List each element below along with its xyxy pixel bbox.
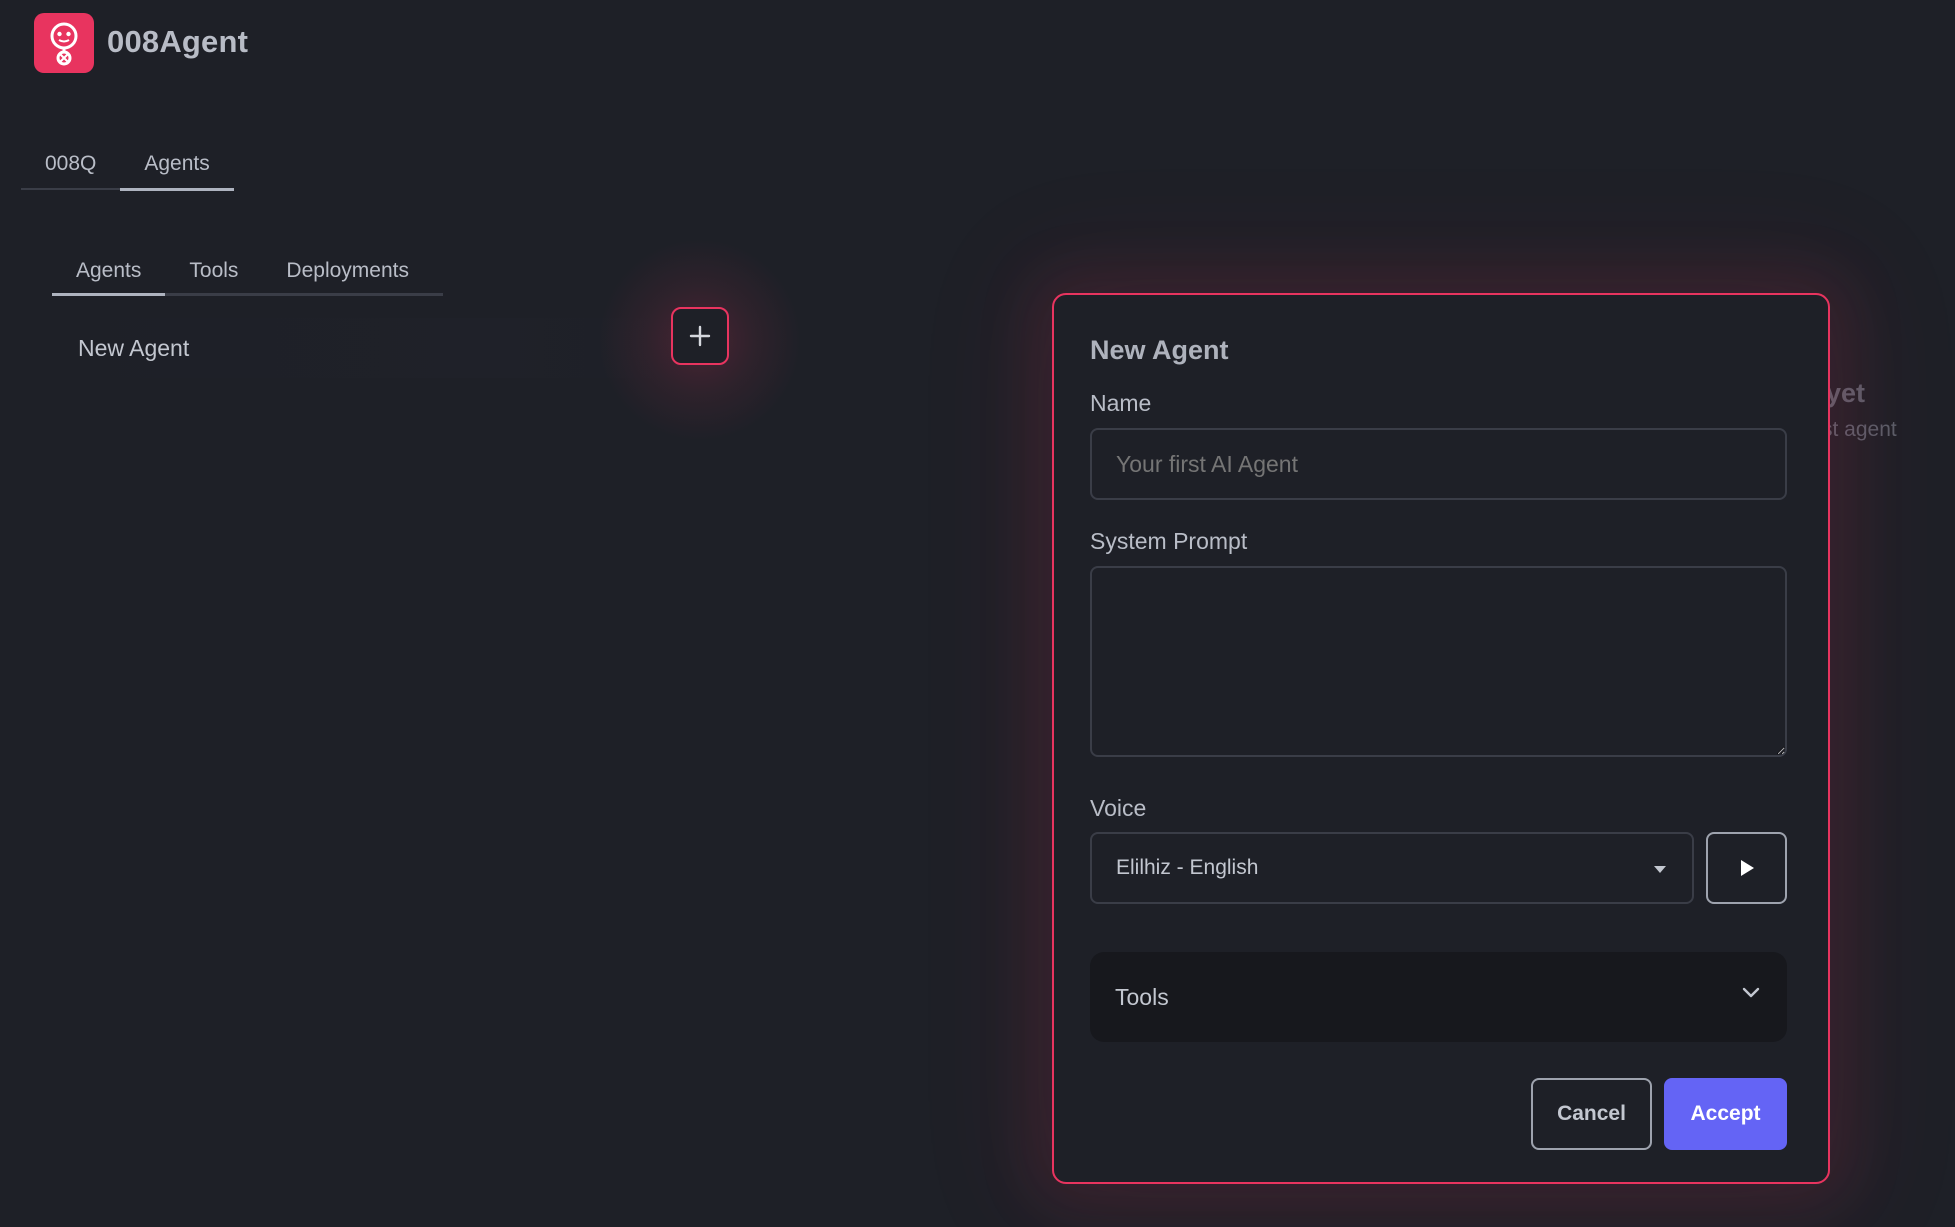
app-title: 008Agent (107, 24, 249, 59)
app-logo (34, 13, 94, 73)
add-agent-button[interactable] (671, 307, 729, 365)
accept-button[interactable]: Accept (1664, 1078, 1787, 1150)
system-prompt-label: System Prompt (1090, 528, 1248, 554)
caret-down-icon (1654, 866, 1666, 873)
tools-accordion[interactable]: Tools (1090, 952, 1787, 1042)
sub-tabs: Agents Tools Deployments (52, 257, 443, 296)
empty-state-subtitle: st agent (1822, 418, 1897, 441)
voice-label: Voice (1090, 795, 1147, 821)
subtab-agents[interactable]: Agents (52, 257, 166, 296)
name-label: Name (1090, 390, 1152, 416)
list-item[interactable]: New Agent (52, 318, 682, 378)
name-input[interactable] (1090, 428, 1787, 500)
chevron-down-icon (1742, 987, 1760, 998)
empty-state-title: yet (1826, 378, 1866, 408)
new-agent-modal: New Agent Name System Prompt Voice Elilh… (1052, 293, 1830, 1184)
voice-select[interactable]: Elilhiz - English (1090, 832, 1694, 904)
play-voice-button[interactable] (1706, 832, 1787, 904)
agent-item-label: New Agent (78, 334, 190, 361)
tab-008q[interactable]: 008Q (21, 148, 120, 188)
top-tabs: 008Q Agents (21, 148, 234, 191)
voice-selected-value: Elilhiz - English (1116, 856, 1259, 879)
subtab-deployments[interactable]: Deployments (262, 257, 433, 293)
plus-icon (689, 325, 711, 347)
tools-accordion-label: Tools (1115, 983, 1169, 1010)
system-prompt-input[interactable] (1090, 566, 1787, 757)
modal-title: New Agent (1090, 335, 1229, 365)
subtab-tools[interactable]: Tools (165, 257, 262, 293)
tab-agents[interactable]: Agents (120, 148, 234, 191)
robot-icon (50, 22, 78, 66)
play-icon (1740, 860, 1754, 876)
cancel-button[interactable]: Cancel (1531, 1078, 1652, 1150)
